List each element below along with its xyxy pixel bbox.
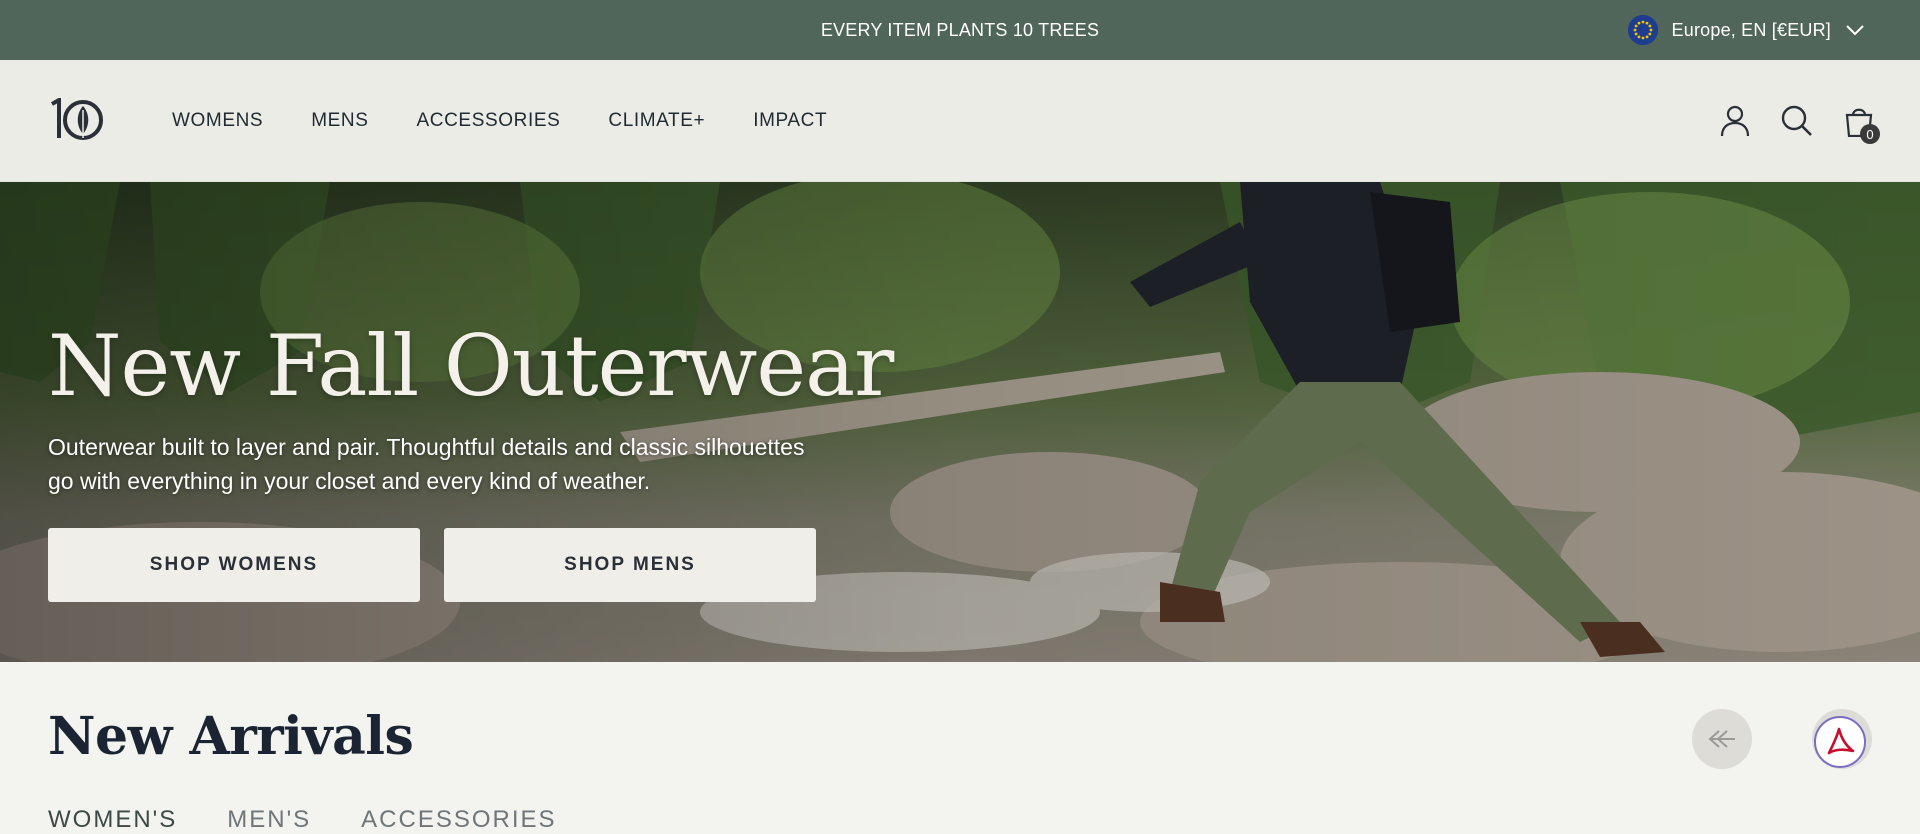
tab-accessories[interactable]: ACCESSORIES	[361, 806, 556, 834]
nav-womens[interactable]: WOMENS	[172, 110, 263, 132]
main-nav: WOMENS MENS ACCESSORIES CLIMATE+ IMPACT	[172, 60, 827, 182]
new-arrivals-title: New Arrivals	[48, 706, 414, 767]
nav-climate[interactable]: CLIMATE+	[608, 110, 705, 132]
nav-impact[interactable]: IMPACT	[753, 110, 827, 132]
shop-womens-button[interactable]: SHOP WOMENS	[48, 528, 420, 602]
hero-title: New Fall Outerwear	[48, 317, 894, 415]
arrow-left-icon	[1708, 730, 1735, 748]
account-icon[interactable]	[1718, 104, 1752, 138]
locale-selector[interactable]: Europe, EN [€EUR]	[1627, 0, 1865, 60]
adobe-pdf-icon[interactable]	[1814, 716, 1866, 768]
announcement-text: EVERY ITEM PLANTS 10 TREES	[820, 19, 1100, 40]
arrivals-tabs: WOMEN'S MEN'S ACCESSORIES	[48, 806, 557, 834]
nav-mens[interactable]: MENS	[311, 110, 368, 132]
hero-subtitle: Outerwear built to layer and pair. Thoug…	[48, 434, 805, 494]
header-actions: 0	[1718, 60, 1880, 182]
brand-logo[interactable]	[48, 98, 104, 142]
shop-mens-button[interactable]: SHOP MENS	[444, 528, 816, 602]
announcement-bar: EVERY ITEM PLANTS 10 TREES Europe, EN [€…	[0, 0, 1920, 60]
locale-label: Europe, EN [€EUR]	[1671, 19, 1831, 40]
nav-accessories[interactable]: ACCESSORIES	[417, 110, 561, 132]
chevron-down-icon	[1846, 25, 1864, 36]
cart-count-badge: 0	[1860, 124, 1880, 144]
cart-icon[interactable]: 0	[1842, 104, 1880, 144]
hero-banner: New Fall Outerwear Outerwear built to la…	[0, 182, 1920, 662]
search-icon[interactable]	[1780, 104, 1814, 138]
tab-womens[interactable]: WOMEN'S	[48, 806, 177, 834]
site-header: WOMENS MENS ACCESSORIES CLIMATE+ IMPACT …	[0, 60, 1920, 182]
carousel-prev-button[interactable]	[1692, 709, 1752, 769]
tab-mens[interactable]: MEN'S	[227, 806, 311, 834]
eu-flag-icon	[1627, 15, 1658, 45]
